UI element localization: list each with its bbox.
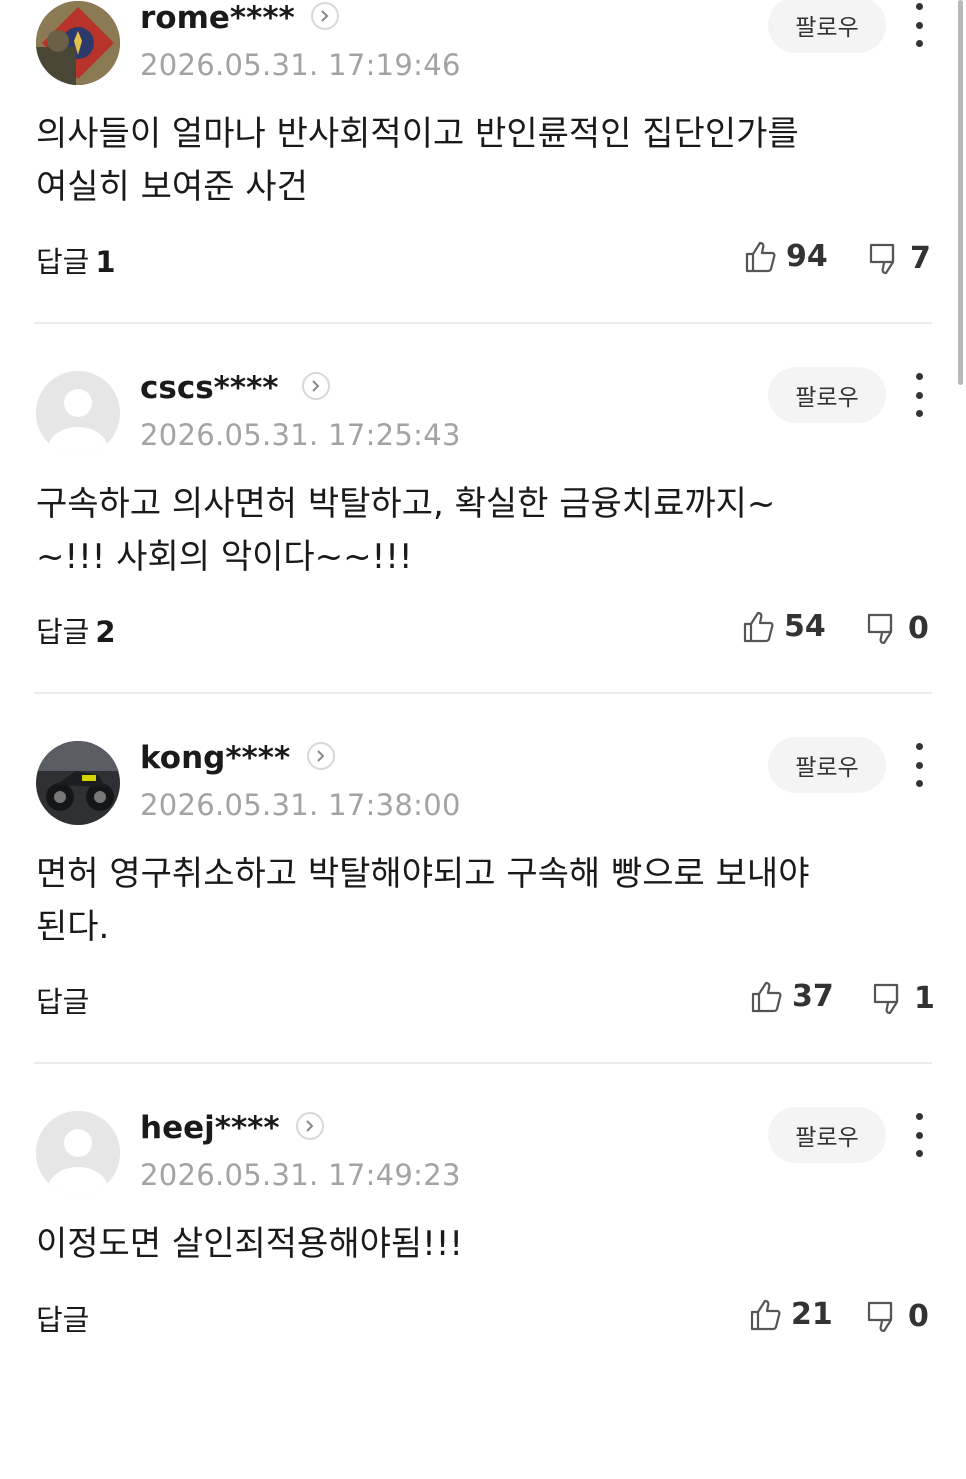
reply-button[interactable]: 답글	[36, 1297, 95, 1339]
thumbs-down-icon	[867, 1301, 893, 1332]
comment-text-line: 의사들이 얼마나 반사회적이고 반인륜적인 집단인가를	[36, 114, 799, 154]
comment-text-line: 구속하고 의사면허 박탈하고, 확실한 금융치료까지~	[36, 484, 776, 524]
dislike-count: 7	[910, 241, 931, 276]
thumbs-down-icon	[869, 243, 895, 274]
comment-divider	[34, 322, 932, 324]
thumbs-down-icon	[873, 983, 899, 1014]
dislike-button[interactable]: 7	[868, 241, 931, 276]
profile-chevron-icon[interactable]	[307, 742, 335, 770]
comment-text: 구속하고 의사면허 박탈하고, 확실한 금융치료까지~ ~!!! 사회의 악이다…	[36, 478, 916, 584]
more-options-icon[interactable]	[904, 373, 934, 417]
comment-divider	[34, 692, 932, 694]
comment-date: 2026.05.31. 17:38:00	[140, 788, 461, 822]
comment-text-line: 이정도면 살인죄적용해야됨!!!	[36, 1224, 464, 1264]
reply-count: 1	[95, 245, 116, 279]
dislike-button[interactable]: 0	[866, 1299, 929, 1334]
comment-author[interactable]: heej****	[140, 1110, 280, 1146]
comment-text-line: 면허 영구취소하고 박탈해야되고 구속해 빵으로 보내야	[36, 854, 810, 894]
avatar[interactable]	[36, 1111, 120, 1195]
follow-button[interactable]: 팔로우	[768, 367, 886, 423]
comment-text-line: ~!!! 사회의 악이다~~!!!	[36, 537, 413, 577]
reply-button[interactable]: 답글 1	[36, 239, 116, 281]
like-button[interactable]: 37	[750, 979, 834, 1014]
default-user-icon	[36, 371, 120, 455]
comment-item: heej**** 2026.05.31. 17:49:23 팔로우 이정도면 살…	[0, 1107, 966, 1479]
comment-author[interactable]: kong****	[140, 740, 290, 776]
more-options-icon[interactable]	[904, 3, 934, 47]
thumbs-up-icon	[745, 241, 776, 272]
follow-button[interactable]: 팔로우	[768, 1107, 886, 1163]
comment-item: cscs**** 2026.05.31. 17:25:43 팔로우 구속하고 의…	[0, 367, 966, 739]
comment-date: 2026.05.31. 17:19:46	[140, 48, 461, 82]
dislike-count: 0	[908, 611, 929, 646]
reply-label: 답글	[36, 1303, 90, 1337]
like-button[interactable]: 21	[749, 1297, 833, 1332]
like-count: 37	[792, 979, 834, 1014]
comment-text: 의사들이 얼마나 반사회적이고 반인륜적인 집단인가를 여실히 보여준 사건	[36, 108, 916, 214]
like-count: 54	[784, 609, 826, 644]
comment-author[interactable]: rome****	[140, 0, 295, 36]
dislike-count: 0	[908, 1299, 929, 1334]
comment-date: 2026.05.31. 17:49:23	[140, 1158, 461, 1192]
default-user-icon	[36, 1111, 120, 1195]
comment-text-line: 여실히 보여준 사건	[36, 167, 308, 207]
comment-divider	[34, 1062, 932, 1064]
avatar[interactable]	[36, 1, 120, 85]
like-button[interactable]: 54	[742, 609, 826, 644]
like-button[interactable]: 94	[744, 239, 828, 274]
follow-button[interactable]: 팔로우	[768, 0, 886, 53]
comment-text-line: 된다.	[36, 907, 110, 947]
reply-label: 답글	[36, 245, 90, 279]
dislike-button[interactable]: 0	[866, 611, 929, 646]
comment-text: 면허 영구취소하고 박탈해야되고 구속해 빵으로 보내야 된다.	[36, 848, 916, 954]
comment-author[interactable]: cscs****	[140, 370, 279, 406]
avatar[interactable]	[36, 741, 120, 825]
reply-button[interactable]: 답글	[36, 979, 95, 1021]
like-count: 21	[791, 1297, 833, 1332]
reply-button[interactable]: 답글 2	[36, 609, 116, 651]
reply-label: 답글	[36, 615, 90, 649]
comment-item: kong**** 2026.05.31. 17:38:00 팔로우 면허 영구취…	[0, 737, 966, 1109]
more-options-icon[interactable]	[904, 1113, 934, 1157]
avatar[interactable]	[36, 371, 120, 455]
profile-chevron-icon[interactable]	[302, 372, 330, 400]
dislike-count: 1	[914, 981, 935, 1016]
reply-label: 답글	[36, 985, 90, 1019]
follow-button[interactable]: 팔로우	[768, 737, 886, 793]
comment-item: rome**** 2026.05.31. 17:19:46 팔로우 의사들이 얼…	[0, 0, 966, 369]
like-count: 94	[786, 239, 828, 274]
thumbs-up-icon	[750, 1299, 781, 1330]
thumbs-down-icon	[867, 613, 893, 644]
profile-chevron-icon[interactable]	[311, 2, 339, 30]
profile-chevron-icon[interactable]	[296, 1112, 324, 1140]
more-options-icon[interactable]	[904, 743, 934, 787]
comment-date: 2026.05.31. 17:25:43	[140, 418, 461, 452]
comment-text: 이정도면 살인죄적용해야됨!!!	[36, 1218, 916, 1271]
dislike-button[interactable]: 1	[872, 981, 935, 1016]
reply-count: 2	[95, 615, 116, 649]
thumbs-up-icon	[751, 981, 782, 1012]
thumbs-up-icon	[743, 611, 774, 642]
